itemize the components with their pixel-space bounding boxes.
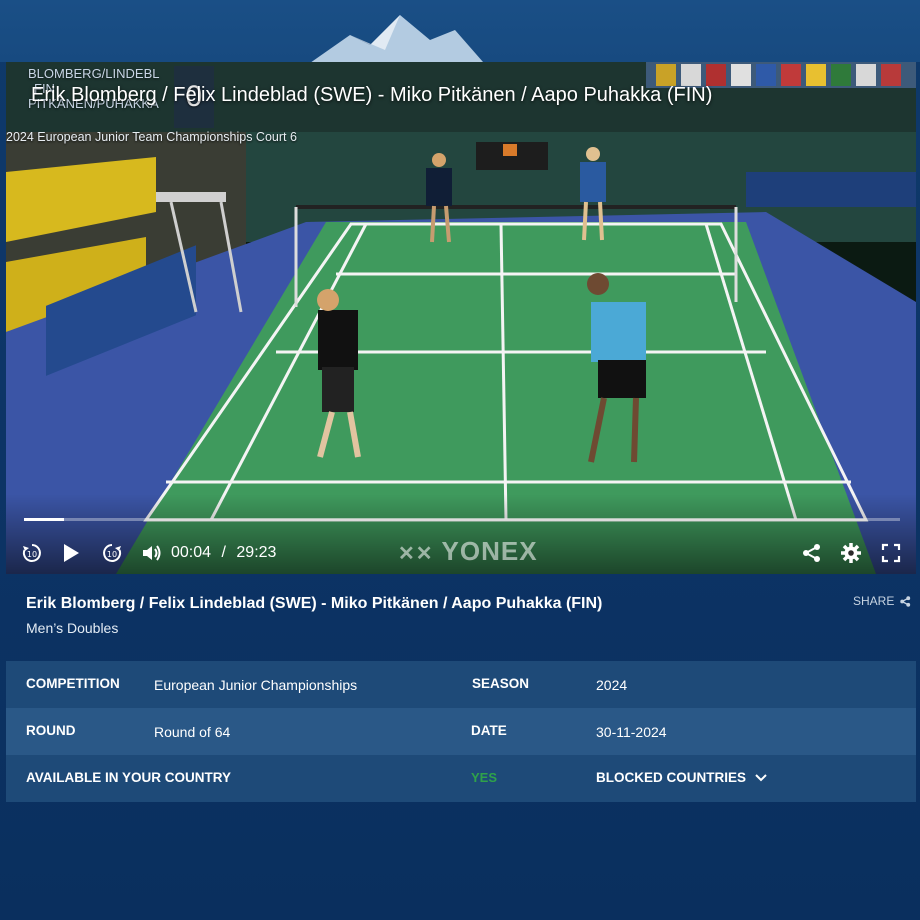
details-row-round: ROUND Round of 64 DATE 30-11-2024: [6, 708, 916, 755]
date-value: 30-11-2024: [596, 724, 667, 740]
rewind-10-button[interactable]: 10: [20, 541, 44, 565]
video-overlay-subtitle: 2024 European Junior Team Championships …: [6, 130, 297, 144]
date-label: DATE: [471, 723, 507, 738]
rewind-10-icon: 10: [22, 544, 41, 562]
volume-icon: [143, 545, 161, 561]
scorebug-team1: BLOMBERG/LINDEBL: [28, 66, 160, 81]
video-share-button[interactable]: [800, 541, 824, 565]
chevron-down-icon: [755, 773, 767, 781]
play-icon: [64, 544, 79, 562]
available-value: YES: [471, 770, 498, 785]
round-value: Round of 64: [154, 724, 231, 740]
blocked-countries-toggle[interactable]: BLOCKED COUNTRIES: [596, 770, 768, 785]
video-overlay-title: Erik Blomberg / Felix Lindeblad (SWE) - …: [31, 84, 713, 106]
time-display: 00:04 / 29:23: [171, 544, 276, 562]
settings-button[interactable]: [839, 541, 863, 565]
details-row-availability: AVAILABLE IN YOUR COUNTRY YES BLOCKED CO…: [6, 755, 916, 802]
share-label: SHARE: [853, 594, 895, 608]
progress-bar[interactable]: [24, 518, 900, 521]
season-label: SEASON: [472, 676, 530, 691]
banner-mountain-graphic: [311, 15, 483, 62]
match-details-table: COMPETITION European Junior Championship…: [6, 661, 916, 802]
match-category: Men’s Doubles: [26, 620, 119, 636]
play-button[interactable]: [59, 541, 83, 565]
duration: 29:23: [236, 544, 277, 561]
available-label: AVAILABLE IN YOUR COUNTRY: [26, 770, 232, 785]
share-button[interactable]: SHARE: [853, 594, 911, 608]
round-label: ROUND: [26, 723, 76, 738]
share-icon: [803, 544, 820, 562]
volume-button[interactable]: [140, 541, 164, 565]
details-row-competition: COMPETITION European Junior Championship…: [6, 661, 916, 708]
match-title: Erik Blomberg / Felix Lindeblad (SWE) - …: [26, 595, 603, 612]
time-separator: /: [221, 544, 226, 561]
forward-10-icon: 10: [103, 544, 122, 562]
competition-label: COMPETITION: [26, 676, 120, 691]
svg-text:10: 10: [107, 550, 117, 559]
fullscreen-icon: [881, 543, 901, 563]
current-time: 00:04: [171, 544, 212, 561]
forward-10-button[interactable]: 10: [100, 541, 124, 565]
video-player[interactable]: BLOMBERG/LINDEBL FIN PITKÄNEN/PUHAKKA 0 …: [6, 62, 916, 574]
progress-fill: [24, 518, 65, 521]
fullscreen-button[interactable]: [879, 541, 903, 565]
share-icon: [900, 595, 911, 607]
yonex-watermark: ✕✕ YONEX: [398, 536, 538, 566]
svg-text:10: 10: [27, 550, 37, 559]
gear-icon: [841, 543, 861, 563]
blocked-countries-label: BLOCKED COUNTRIES: [596, 770, 747, 785]
yonex-logo-icon: ✕✕: [398, 543, 434, 565]
top-banner: [0, 0, 920, 62]
competition-value: European Junior Championships: [154, 677, 358, 693]
season-value: 2024: [596, 677, 628, 693]
